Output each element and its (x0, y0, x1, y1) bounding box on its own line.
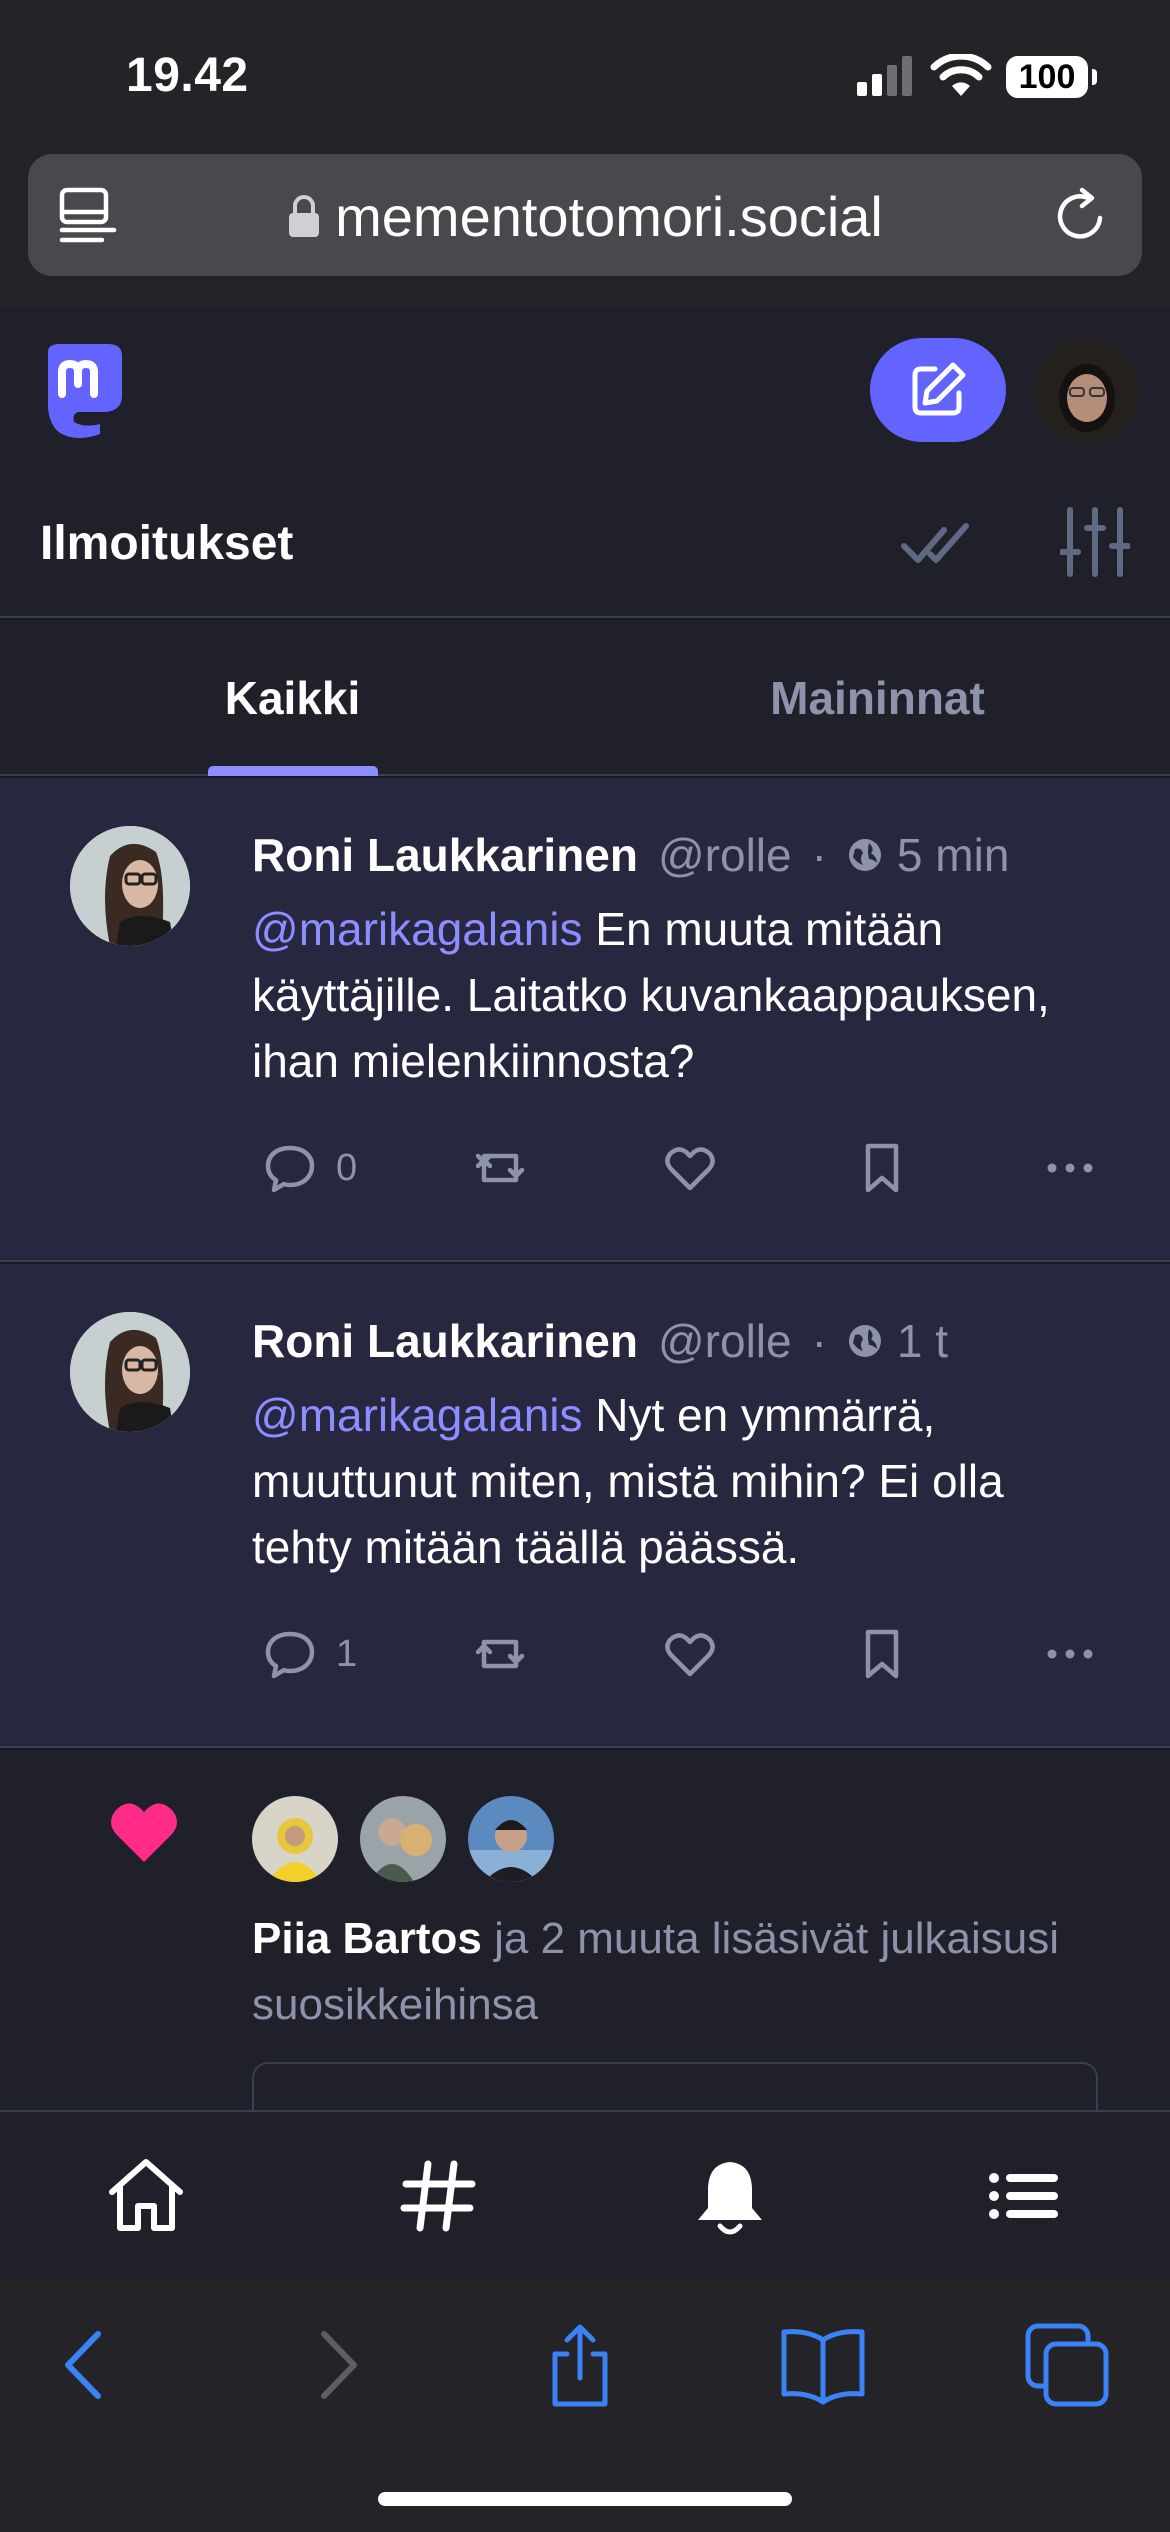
share-icon[interactable] (535, 2320, 625, 2410)
actor-name[interactable]: Piia Bartos (252, 1914, 482, 1963)
globe-icon (848, 839, 881, 871)
boost-icon (475, 1639, 525, 1669)
account-handle[interactable]: @rolle (658, 828, 792, 882)
reload-icon[interactable] (1050, 184, 1114, 248)
post-actions: 1 (252, 1614, 1112, 1694)
sliders-icon[interactable] (1060, 506, 1130, 578)
address-bar[interactable]: mementotomori.social (28, 154, 1142, 276)
active-tab-indicator (208, 766, 378, 776)
back-icon[interactable] (40, 2320, 130, 2410)
star-heart-icon (665, 1147, 715, 1191)
cellular-signal-icon (857, 56, 912, 96)
more-icon (1047, 1163, 1093, 1173)
reply-count: 0 (336, 1146, 358, 1189)
more-button[interactable] (1042, 1614, 1098, 1694)
post-content: @marikagalanis Nyt en ymmärrä, muuttunut… (252, 1382, 1112, 1580)
avatar[interactable] (468, 1796, 554, 1882)
post-header: Roni Laukkarinen @rolle · 1 t (252, 1314, 948, 1368)
post-header: Roni Laukkarinen @rolle · 5 min (252, 828, 1009, 882)
notification-item[interactable]: Roni Laukkarinen @rolle · 1 t @marikagal… (0, 1264, 1170, 1748)
display-name[interactable]: Roni Laukkarinen (252, 1314, 638, 1368)
favourite-notification[interactable]: Piia Bartos ja 2 muuta lisäsivät julkais… (0, 1750, 1170, 2142)
list-icon[interactable] (980, 2152, 1068, 2240)
status-bar: 19.42 100 (0, 0, 1170, 150)
hashtag-icon[interactable] (394, 2152, 482, 2240)
bookmark-button[interactable] (854, 1614, 910, 1694)
column-title: Ilmoitukset (40, 517, 294, 570)
avatar[interactable] (360, 1796, 446, 1882)
compose-icon (912, 362, 966, 416)
favourite-button[interactable] (662, 1614, 718, 1694)
url-display[interactable]: mementotomori.social (28, 184, 1142, 248)
forward-icon[interactable] (292, 2320, 382, 2410)
bookmark-icon (865, 1143, 899, 1193)
reply-count: 1 (336, 1632, 358, 1675)
separator: · (811, 829, 827, 881)
separator: · (811, 1315, 827, 1367)
column-header: Ilmoitukset (0, 466, 1170, 618)
battery-indicator: 100 (1006, 56, 1097, 98)
check-all-icon[interactable] (900, 510, 972, 574)
mastodon-logo[interactable] (38, 342, 130, 442)
display-name[interactable]: Roni Laukkarinen (252, 828, 638, 882)
boost-icon (475, 1153, 525, 1183)
avatar[interactable] (70, 1312, 190, 1432)
app-bottom-nav (0, 2110, 1170, 2280)
avatar[interactable] (70, 826, 190, 946)
tab-all[interactable]: Kaikki (0, 620, 585, 776)
account-handle[interactable]: @rolle (658, 1314, 792, 1368)
heart-icon (111, 1803, 177, 1862)
post-actions: 0 (252, 1128, 1112, 1208)
star-heart-icon (665, 1633, 715, 1677)
reply-icon (265, 1145, 315, 1193)
tabs-icon[interactable] (1022, 2320, 1112, 2410)
reply-icon (265, 1631, 315, 1679)
compose-button[interactable] (870, 338, 1006, 442)
home-icon[interactable] (102, 2152, 190, 2240)
avatar[interactable] (252, 1796, 338, 1882)
bookmark-icon (865, 1629, 899, 1679)
notification-tabs: Kaikki Maininnat (0, 620, 1170, 776)
reply-button[interactable]: 1 (262, 1614, 357, 1694)
account-avatar[interactable] (1034, 338, 1140, 444)
bookmarks-icon[interactable] (778, 2320, 868, 2410)
post-time[interactable]: 5 min (897, 828, 1009, 882)
mention-link[interactable]: @marikagalanis (252, 1389, 583, 1441)
more-icon (1047, 1649, 1093, 1659)
boost-button[interactable] (472, 1128, 528, 1208)
globe-icon (848, 1325, 881, 1357)
favourite-description: Piia Bartos ja 2 muuta lisäsivät julkais… (252, 1906, 1112, 2038)
bell-icon[interactable] (686, 2152, 774, 2240)
mention-link[interactable]: @marikagalanis (252, 903, 583, 955)
post-content: @marikagalanis En muuta mitään käyttäjil… (252, 896, 1112, 1094)
notification-item[interactable]: Roni Laukkarinen @rolle · 5 min @marikag… (0, 778, 1170, 1262)
home-indicator (378, 2492, 792, 2506)
url-text: mementotomori.social (335, 184, 883, 248)
post-time[interactable]: 1 t (897, 1314, 948, 1368)
favouriter-avatars (252, 1796, 554, 1882)
status-time: 19.42 (126, 49, 249, 102)
favourite-button[interactable] (662, 1128, 718, 1208)
wifi-icon (930, 54, 992, 96)
more-button[interactable] (1042, 1128, 1098, 1208)
boost-button[interactable] (472, 1614, 528, 1694)
browser-address-area: mementotomori.social (0, 150, 1170, 306)
tab-mentions[interactable]: Maininnat (585, 620, 1170, 776)
bookmark-button[interactable] (854, 1128, 910, 1208)
reply-button[interactable]: 0 (262, 1128, 357, 1208)
app-header (0, 306, 1170, 466)
lock-icon (289, 195, 320, 237)
